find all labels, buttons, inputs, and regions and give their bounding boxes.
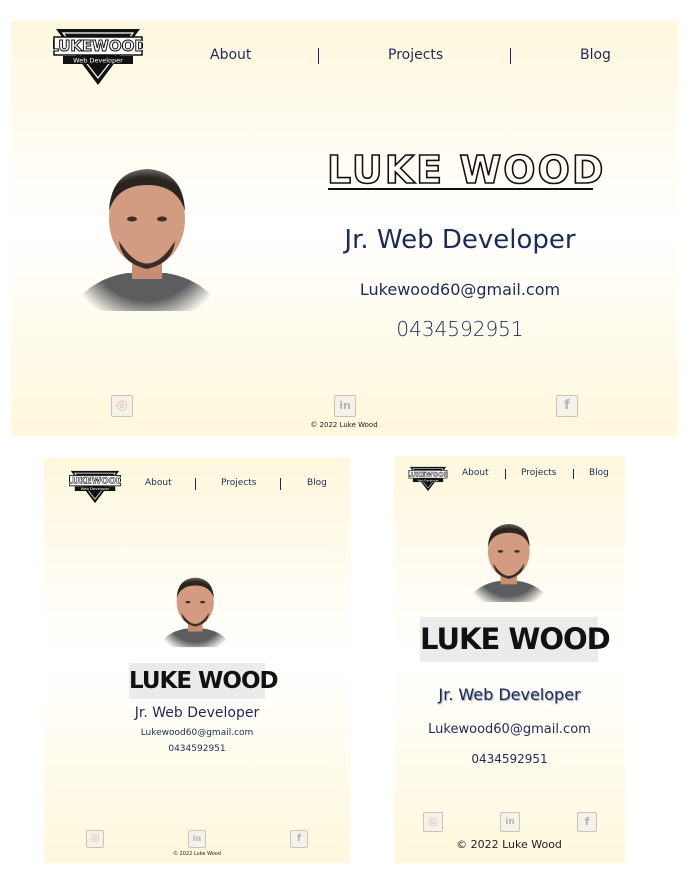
linkedin-icon: in bbox=[192, 834, 202, 843]
mobile-preview: LUKEWOOD Web Developer About Projects Bl… bbox=[394, 456, 625, 863]
svg-text:LUKEWOOD: LUKEWOOD bbox=[408, 470, 448, 478]
profile-phone[interactable]: 0434592951 bbox=[402, 752, 617, 766]
profile-phone[interactable]: 0434592951 bbox=[327, 317, 593, 341]
nav-divider bbox=[280, 478, 281, 490]
brand-logo[interactable]: LUKEWOOD Web Developer bbox=[53, 27, 143, 87]
nav-blog[interactable]: Blog bbox=[589, 468, 609, 478]
linkedin-link[interactable]: in bbox=[500, 812, 520, 832]
nav-about[interactable]: About bbox=[210, 47, 251, 63]
profile-photo bbox=[69, 151, 224, 311]
instagram-icon: ◎ bbox=[116, 398, 128, 413]
profile-email[interactable]: Lukewood60@gmail.com bbox=[402, 722, 617, 737]
facebook-icon: f bbox=[296, 833, 302, 844]
svg-text:Web Developer: Web Developer bbox=[417, 478, 439, 482]
instagram-icon: ◎ bbox=[90, 833, 100, 844]
nav-blog[interactable]: Blog bbox=[580, 47, 611, 63]
profile-name: LUKE WOOD bbox=[326, 147, 606, 193]
profile-photo bbox=[465, 514, 552, 602]
instagram-link[interactable]: ◎ bbox=[423, 812, 443, 832]
nav-blog[interactable]: Blog bbox=[307, 478, 327, 488]
facebook-icon: f bbox=[564, 398, 570, 413]
profile-email[interactable]: Lukewood60@gmail.com bbox=[327, 280, 593, 299]
copyright: © 2022 Luke Wood bbox=[172, 851, 222, 857]
profile-title: Jr. Web Developer bbox=[438, 685, 581, 704]
tablet-preview: LUKEWOOD Web Developer About Projects Bl… bbox=[44, 458, 350, 863]
linkedin-link[interactable]: in bbox=[334, 395, 356, 417]
svg-text:LUKEWOOD: LUKEWOOD bbox=[69, 477, 121, 487]
linkedin-icon: in bbox=[505, 817, 515, 827]
linkedin-icon: in bbox=[339, 399, 351, 412]
profile-name: LUKE WOOD bbox=[129, 663, 279, 699]
nav-divider bbox=[505, 469, 506, 479]
profile-phone[interactable]: 0434592951 bbox=[104, 744, 290, 754]
profile-name: LUKE WOOD bbox=[420, 617, 611, 662]
nav-projects[interactable]: Projects bbox=[521, 468, 556, 478]
brand-logo[interactable]: LUKEWOOD Web Developer bbox=[408, 466, 448, 492]
profile-photo bbox=[157, 568, 233, 648]
nav-divider bbox=[318, 48, 319, 64]
profile-title: Jr. Web Developer bbox=[134, 705, 260, 721]
name-underline bbox=[328, 188, 593, 190]
facebook-link[interactable]: f bbox=[577, 812, 597, 832]
svg-text:LUKEWOOD: LUKEWOOD bbox=[53, 37, 143, 55]
facebook-icon: f bbox=[584, 815, 590, 828]
profile-email[interactable]: Lukewood60@gmail.com bbox=[104, 728, 290, 738]
svg-text:Web Developer: Web Developer bbox=[73, 57, 123, 65]
linkedin-link[interactable]: in bbox=[188, 830, 206, 848]
facebook-link[interactable]: f bbox=[290, 830, 308, 848]
profile-title: Jr. Web Developer bbox=[344, 225, 576, 255]
instagram-link[interactable]: ◎ bbox=[86, 830, 104, 848]
nav-about[interactable]: About bbox=[462, 468, 489, 478]
instagram-icon: ◎ bbox=[428, 815, 438, 828]
nav-about[interactable]: About bbox=[145, 478, 172, 488]
svg-text:Web Developer: Web Developer bbox=[81, 487, 110, 491]
instagram-link[interactable]: ◎ bbox=[111, 395, 133, 417]
nav-divider bbox=[195, 478, 196, 490]
nav-divider bbox=[573, 469, 574, 479]
facebook-link[interactable]: f bbox=[556, 395, 578, 417]
nav-projects[interactable]: Projects bbox=[221, 478, 256, 488]
copyright: © 2022 Luke Wood bbox=[456, 838, 562, 851]
nav-projects[interactable]: Projects bbox=[388, 47, 443, 63]
nav-divider bbox=[510, 48, 511, 64]
copyright: © 2022 Luke Wood bbox=[310, 421, 378, 429]
brand-logo[interactable]: LUKEWOOD Web Developer bbox=[69, 469, 121, 505]
desktop-preview: LUKEWOOD Web Developer About Projects Bl… bbox=[11, 21, 678, 436]
